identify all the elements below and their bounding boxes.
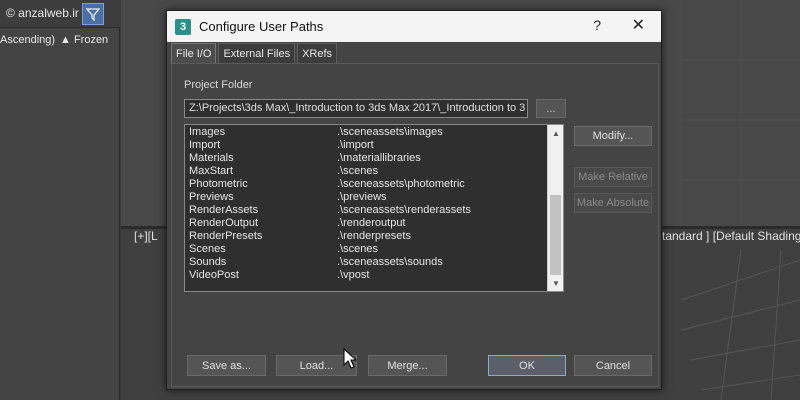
mouse-cursor-icon xyxy=(343,348,357,369)
dialog-titlebar[interactable]: 3 Configure User Paths ? ✕ xyxy=(167,11,661,42)
make-absolute-button[interactable]: Make Absolute xyxy=(574,193,652,213)
path-category-name: MaxStart xyxy=(189,165,234,177)
save-as-button[interactable]: Save as... xyxy=(187,355,266,376)
tab-xrefs[interactable]: XRefs xyxy=(297,43,338,63)
path-list-row[interactable]: Scenes .\scenes xyxy=(187,243,543,256)
help-button[interactable]: ? xyxy=(593,17,601,33)
path-list-row[interactable]: Images .\sceneassets\images xyxy=(187,126,543,139)
path-value: .\sceneassets\images xyxy=(337,126,443,138)
merge-button[interactable]: Merge... xyxy=(368,355,447,376)
browse-project-folder-button[interactable]: ... xyxy=(536,99,566,118)
path-list-row[interactable]: MaxStart .\scenes xyxy=(187,165,543,178)
list-scrollbar[interactable]: ▲ ▼ xyxy=(547,125,563,291)
sort-column-header[interactable]: Ascending) xyxy=(0,34,55,46)
ok-button[interactable]: OK xyxy=(488,355,566,376)
path-category-name: Previews xyxy=(189,191,234,203)
path-value: .\renderoutput xyxy=(337,217,406,229)
path-list-row[interactable]: Sounds .\sceneassets\sounds xyxy=(187,256,543,269)
path-value: .\materiallibraries xyxy=(337,152,421,164)
path-category-name: RenderAssets xyxy=(189,204,259,216)
3dsmax-app-icon: 3 xyxy=(175,18,191,35)
filter-icon[interactable] xyxy=(82,3,104,25)
tab-file-io[interactable]: File I/O xyxy=(171,43,217,63)
file-io-panel: Project Folder Z:\Projects\3ds Max\_Intr… xyxy=(171,63,659,387)
configure-user-paths-dialog: 3 Configure User Paths ? ✕ File I/O Exte… xyxy=(166,10,662,390)
path-value: .\vpost xyxy=(337,269,370,281)
path-value: .\import xyxy=(337,139,374,151)
scroll-up-arrow-icon[interactable]: ▲ xyxy=(548,125,564,141)
path-list-row[interactable]: Import .\import xyxy=(187,139,543,152)
path-value: .\sceneassets\photometric xyxy=(337,178,465,190)
user-paths-list[interactable]: Images .\sceneassets\images Import .\import… xyxy=(184,124,564,292)
path-category-name: VideoPost xyxy=(189,269,239,281)
make-relative-button[interactable]: Make Relative xyxy=(574,167,652,187)
path-value: .\sceneassets\renderassets xyxy=(337,204,471,216)
tab-external-files[interactable]: External Files xyxy=(218,43,296,63)
frozen-column-header[interactable]: ▲ Frozen xyxy=(60,34,108,46)
modify-button[interactable]: Modify... xyxy=(574,126,652,146)
cancel-button[interactable]: Cancel xyxy=(574,355,652,376)
tab-bar: File I/O External Files XRefs xyxy=(171,43,339,63)
watermark: © anzalweb.ir xyxy=(6,6,79,20)
path-category-name: Sounds xyxy=(189,256,227,268)
project-folder-label: Project Folder xyxy=(184,79,253,91)
path-value: .\previews xyxy=(337,191,387,203)
viewport-label-left[interactable]: [+][L xyxy=(134,229,158,243)
path-list-row[interactable]: VideoPost .\vpost xyxy=(187,269,543,282)
path-list-row[interactable]: Previews .\previews xyxy=(187,191,543,204)
path-value: .\sceneassets\sounds xyxy=(337,256,443,268)
path-category-name: Scenes xyxy=(189,243,226,255)
path-value: .\renderpresets xyxy=(337,230,411,242)
path-list-row[interactable]: RenderOutput .\renderoutput xyxy=(187,217,543,230)
dialog-title: Configure User Paths xyxy=(199,19,324,34)
path-list-row[interactable]: RenderAssets .\sceneassets\renderassets xyxy=(187,204,543,217)
path-category-name: Photometric xyxy=(189,178,248,190)
path-list-row[interactable]: Materials .\materiallibraries xyxy=(187,152,543,165)
scroll-down-arrow-icon[interactable]: ▼ xyxy=(548,275,564,291)
path-category-name: RenderPresets xyxy=(189,230,263,242)
path-value: .\scenes xyxy=(337,165,378,177)
scene-explorer-panel xyxy=(0,0,120,400)
path-value: .\scenes xyxy=(337,243,378,255)
path-category-name: Import xyxy=(189,139,221,151)
close-button[interactable]: ✕ xyxy=(632,15,645,35)
scrollbar-thumb[interactable] xyxy=(550,195,561,275)
path-category-name: Images xyxy=(189,126,226,138)
path-category-name: RenderOutput xyxy=(189,217,259,229)
user-paths-rows: Images .\sceneassets\images Import .\import… xyxy=(187,126,543,282)
path-list-row[interactable]: RenderPresets .\renderpresets xyxy=(187,230,543,243)
project-folder-field[interactable]: Z:\Projects\3ds Max\_Introduction to 3ds… xyxy=(184,99,528,118)
path-category-name: Materials xyxy=(189,152,234,164)
path-list-row[interactable]: Photometric .\sceneassets\photometric xyxy=(187,178,543,191)
viewport-label-right[interactable]: tandard ] [Default Shading xyxy=(662,229,800,243)
